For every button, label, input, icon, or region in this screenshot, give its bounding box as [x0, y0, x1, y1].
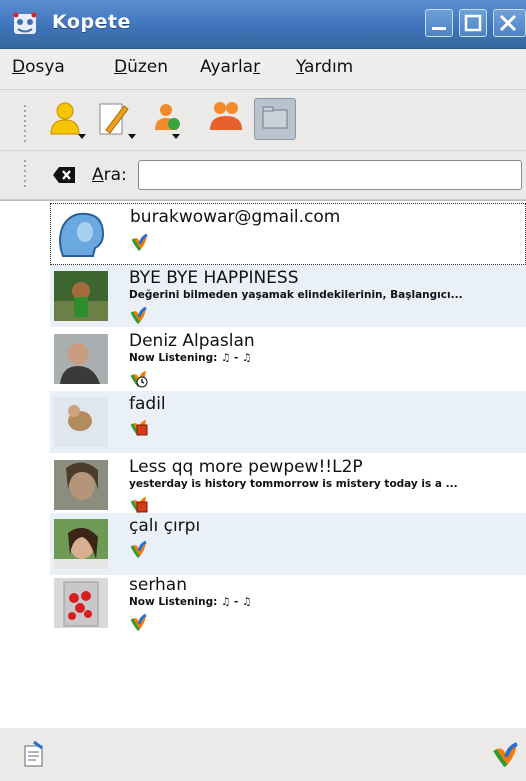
contact-name: çalı çırpı: [129, 516, 201, 536]
contact-item[interactable]: fadil: [50, 391, 526, 453]
toolbar-grip[interactable]: [22, 102, 28, 142]
contact-item[interactable]: serhan Now Listening: ♫ - ♫: [50, 572, 526, 634]
kopete-app-icon: [12, 11, 38, 37]
search-input[interactable]: [138, 160, 522, 190]
msn-away-status-icon: [129, 368, 149, 388]
contact-status-message: Değerini bilmeden yaşamak elindekilerini…: [129, 289, 463, 301]
maximize-icon: [464, 14, 482, 32]
groups-icon: [210, 102, 242, 130]
contact-item[interactable]: BYE BYE HAPPINESS Değerini bilmeden yaşa…: [50, 265, 526, 327]
show-offline-toggle[interactable]: [254, 98, 296, 140]
msn-busy-status-icon: [129, 494, 149, 514]
title-bar[interactable]: Kopete: [0, 0, 526, 49]
minimize-icon: [432, 27, 446, 30]
close-button[interactable]: [493, 9, 526, 37]
set-status-icon: [50, 102, 86, 139]
close-icon: [499, 14, 517, 32]
contact-name: Less qq more pewpew!!L2P: [129, 457, 363, 477]
contact-status-message: Now Listening: ♫ - ♫: [129, 352, 252, 364]
contact-status-message: yesterday is history tommorrow is mister…: [129, 478, 458, 490]
contact-avatar: [54, 397, 108, 447]
default-avatar-icon: [55, 210, 109, 260]
menu-dosya[interactable]: Dosya: [12, 57, 65, 77]
add-contact-button[interactable]: [152, 98, 194, 140]
contact-item[interactable]: Deniz Alpaslan Now Listening: ♫ - ♫: [50, 328, 526, 390]
searchbar-grip[interactable]: [22, 157, 28, 187]
show-offline-icon: [262, 106, 288, 129]
contact-list[interactable]: burakwowar@gmail.com BYE BYE HAPPINESS D…: [0, 200, 526, 728]
main-toolbar: [0, 90, 526, 151]
clear-search-icon[interactable]: [52, 165, 76, 185]
menu-ayarlar[interactable]: Ayarlar: [200, 57, 260, 77]
contact-item[interactable]: çalı çırpı: [50, 513, 526, 575]
edit-account-button[interactable]: [96, 98, 138, 140]
contact-item[interactable]: Less qq more pewpew!!L2P yesterday is hi…: [50, 454, 526, 516]
msn-busy-status-icon: [129, 417, 149, 437]
minimize-button[interactable]: [425, 9, 453, 37]
contact-name: Deniz Alpaslan: [129, 331, 255, 351]
maximize-button[interactable]: [459, 9, 487, 37]
msn-online-status-icon: [129, 539, 149, 559]
contact-avatar: [54, 460, 108, 510]
contact-status-message: Now Listening: ♫ - ♫: [129, 596, 252, 608]
contact-name: serhan: [129, 575, 187, 595]
contact-avatar: [54, 334, 108, 384]
contact-avatar: [54, 578, 108, 628]
msn-online-status-icon: [129, 305, 149, 325]
status-bar: [0, 728, 526, 781]
contact-avatar: [54, 519, 108, 569]
groups-button[interactable]: [206, 98, 248, 140]
contact-name: fadil: [129, 394, 166, 414]
menu-duzen[interactable]: Düzen: [114, 57, 168, 77]
menu-yardim[interactable]: Yardım: [296, 57, 353, 77]
window-title: Kopete: [52, 11, 131, 33]
msn-online-status-icon: [130, 232, 150, 252]
contact-name: BYE BYE HAPPINESS: [129, 268, 299, 288]
contact-avatar: [54, 271, 108, 321]
contact-item[interactable]: burakwowar@gmail.com: [50, 203, 526, 265]
set-status-button[interactable]: [46, 98, 88, 140]
msn-status-icon[interactable]: [492, 740, 520, 768]
info-notes-icon[interactable]: [22, 740, 46, 768]
add-contact-icon: [155, 104, 180, 139]
search-bar: Ara:: [0, 151, 526, 200]
edit-account-icon: [99, 103, 136, 139]
contact-name: burakwowar@gmail.com: [130, 207, 341, 227]
menu-bar: Dosya Düzen Ayarlar Yardım: [0, 49, 526, 90]
msn-online-status-icon: [129, 612, 149, 632]
search-label: Ara:: [92, 165, 127, 185]
